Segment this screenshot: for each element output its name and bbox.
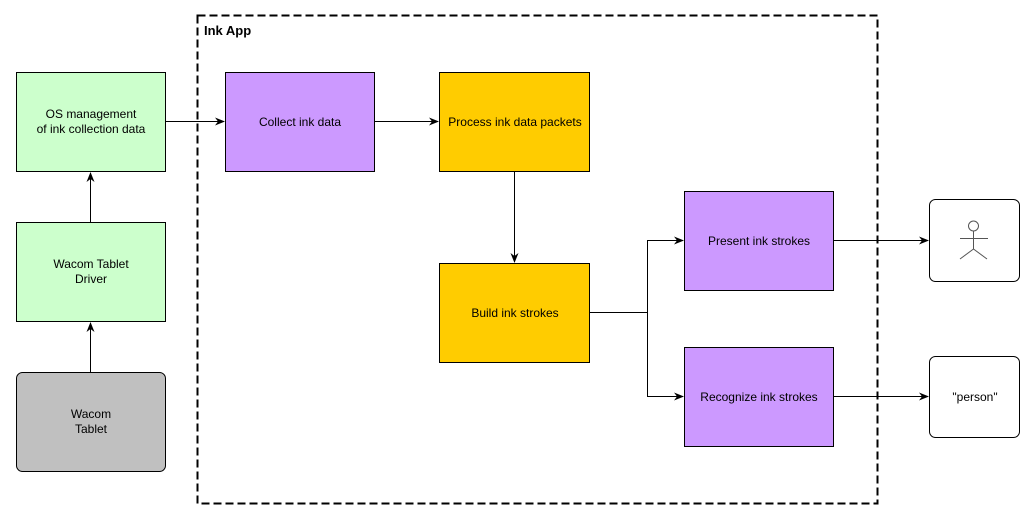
node-label: "person" xyxy=(952,390,997,404)
node-label: Build ink strokes xyxy=(471,306,558,320)
node-label: Tablet xyxy=(75,422,108,436)
node-wacom-driver[interactable]: Wacom Tablet Driver xyxy=(16,222,166,322)
node-label: of ink collection data xyxy=(37,122,146,136)
edge-build-recognize xyxy=(647,312,684,401)
node-build-ink-strokes[interactable]: Build ink strokes xyxy=(439,263,590,363)
edge-build-present xyxy=(589,236,684,313)
node-wacom-tablet[interactable]: Wacom Tablet xyxy=(16,372,166,472)
node-process-ink-packets[interactable]: Process ink data packets xyxy=(439,72,590,172)
node-label: Present ink strokes xyxy=(708,234,810,248)
svg-text:WacomTablet: Wacom Tablet xyxy=(71,407,111,436)
node-label: Collect ink data xyxy=(259,115,341,129)
node-label: Driver xyxy=(75,272,107,286)
container-title: Ink App xyxy=(204,23,251,38)
node-label: Recognize ink strokes xyxy=(700,390,817,404)
node-output-actor[interactable] xyxy=(929,199,1020,282)
node-recognize-ink-strokes[interactable]: Recognize ink strokes xyxy=(684,347,834,447)
ink-app-diagram: Ink App OS management of ink collection d… xyxy=(16,14,1020,505)
svg-text:OS managementof ink collection: OS management of ink collection data xyxy=(37,107,146,136)
node-label: Wacom xyxy=(71,407,111,421)
node-label: OS management xyxy=(46,107,137,121)
node-os-management[interactable]: OS management of ink collection data xyxy=(16,72,166,172)
node-output-text[interactable]: "person" xyxy=(929,356,1020,438)
node-collect-ink-data[interactable]: Collect ink data xyxy=(225,72,375,172)
node-label: Process ink data packets xyxy=(448,115,581,129)
node-present-ink-strokes[interactable]: Present ink strokes xyxy=(684,191,834,291)
node-label: Wacom Tablet xyxy=(53,257,129,271)
